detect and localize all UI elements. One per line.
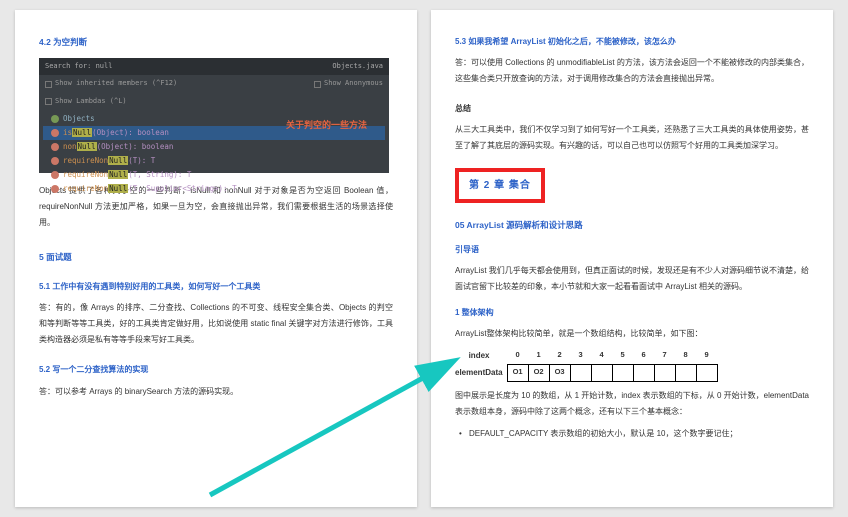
heading-05-arraylist: 05 ArrayList 源码解析和设计思路	[455, 217, 809, 233]
para-arr-note: 图中展示是长度为 10 的数组，从 1 开始计数，index 表示数组的下标，从…	[455, 388, 809, 420]
checkbox-icon	[45, 98, 52, 105]
element-label: elementData	[455, 364, 507, 381]
para-summary: 从三大工具类中，我们不仅学习到了如何写好一个工具类，还熟悉了三大工具类的具体使用…	[455, 122, 809, 154]
heading-5-2: 5.2 写一个二分查找算法的实现	[39, 362, 393, 377]
ide-row-req1: requireNonNull(T): T	[43, 154, 385, 168]
ide-search-label: Search for: null	[45, 60, 112, 73]
class-icon	[51, 115, 59, 123]
ide-inherited: Show inherited members (^F12)	[55, 77, 177, 90]
array-index-row: index 0 1 2 3 4 5 6 7 8 9	[455, 348, 717, 364]
ide-screenshot: Search for: null Objects.java Show inher…	[39, 58, 389, 173]
bullet-default-capacity: DEFAULT_CAPACITY 表示数组的初始大小，默认是 10，这个数字要记…	[455, 426, 809, 442]
page-left: 4.2 为空判断 Search for: null Objects.java S…	[15, 10, 417, 507]
ide-row-req3: requireNonNull(T, Supplier<String>): T	[43, 182, 385, 196]
checkbox-icon	[45, 81, 52, 88]
array-cells-row: elementData O1 O2 O3	[455, 364, 717, 381]
page-right: 5.3 如果我希望 ArrayList 初始化之后，不能被修改，该怎么办 答：可…	[431, 10, 833, 507]
ide-node-objects: Objects	[63, 112, 95, 126]
method-icon	[51, 185, 59, 193]
index-label: index	[455, 348, 507, 364]
para-5-3: 答：可以使用 Collections 的 unmodifiableList 的方…	[455, 55, 809, 87]
heading-5-3: 5.3 如果我希望 ArrayList 初始化之后，不能被修改，该怎么办	[455, 34, 809, 49]
ide-filename: Objects.java	[332, 60, 383, 73]
heading-5-1: 5.1 工作中有没有遇到特别好用的工具类，如何写好一个工具类	[39, 279, 393, 294]
para-intro: ArrayList 我们几乎每天都会使用到，但真正面试的时候，发现还是有不少人对…	[455, 263, 809, 295]
chapter-2-title: 第 2 章 集合	[469, 180, 531, 191]
ide-anon: Show Anonymous	[324, 77, 383, 90]
heading-arch: 1 整体架构	[455, 305, 809, 320]
para-arch: ArrayList整体架构比较简单，就是一个数组结构，比较简单，如下图：	[455, 326, 809, 342]
method-icon	[51, 129, 59, 137]
para-5-1: 答：有的，像 Arrays 的排序、二分查找、Collections 的不可变、…	[39, 300, 393, 348]
heading-intro: 引导语	[455, 242, 809, 257]
ide-annotation: 关于判空的一些方法	[286, 118, 367, 135]
heading-5: 5 面试题	[39, 249, 393, 265]
ide-lambdas: Show Lambdas (^L)	[55, 95, 127, 108]
heading-summary: 总结	[455, 101, 809, 116]
checkbox-icon	[314, 81, 321, 88]
method-icon	[51, 157, 59, 165]
heading-4-2: 4.2 为空判断	[39, 34, 393, 50]
ide-row-req2: requireNonNull(T, String): T	[43, 168, 385, 182]
chapter-2-highlight-box: 第 2 章 集合	[455, 168, 545, 203]
ide-row-nonnull: nonNull(Object): boolean	[43, 140, 385, 154]
method-icon	[51, 171, 59, 179]
array-diagram: index 0 1 2 3 4 5 6 7 8 9 elementData O1…	[455, 348, 809, 382]
para-5-2: 答：可以参考 Arrays 的 binarySearch 方法的源码实现。	[39, 384, 393, 400]
method-icon	[51, 143, 59, 151]
